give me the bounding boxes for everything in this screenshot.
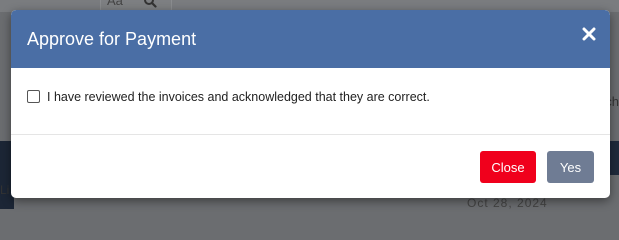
close-icon[interactable] bbox=[582, 27, 596, 41]
close-button[interactable]: Close bbox=[480, 151, 536, 183]
background-date-fragment: Oct 28, 2024 bbox=[467, 196, 548, 210]
dialog-body: I have reviewed the invoices and acknowl… bbox=[11, 68, 610, 135]
approve-payment-dialog: Approve for Payment I have reviewed the … bbox=[11, 10, 610, 198]
acknowledge-checkbox[interactable] bbox=[27, 90, 40, 103]
background-search-placeholder: Aa bbox=[107, 0, 123, 8]
acknowledge-label[interactable]: I have reviewed the invoices and acknowl… bbox=[47, 90, 430, 105]
dialog-header: Approve for Payment bbox=[11, 10, 610, 68]
background-list-fragment: Li bbox=[0, 183, 10, 197]
yes-button[interactable]: Yes bbox=[547, 151, 594, 183]
search-icon bbox=[144, 0, 157, 8]
dialog-title: Approve for Payment bbox=[27, 29, 197, 49]
